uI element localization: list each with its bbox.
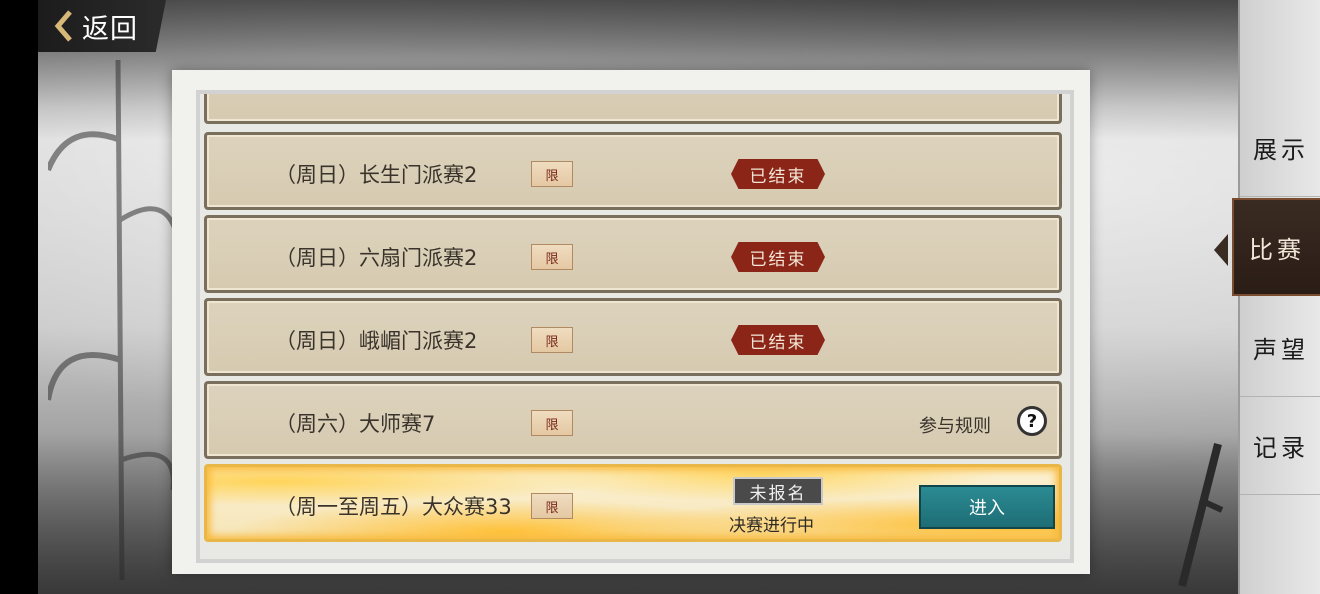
rules-link[interactable]: 参与规则 (919, 412, 991, 438)
list-item-partial[interactable] (204, 94, 1062, 124)
limit-badge[interactable]: 限 (531, 327, 573, 353)
limit-badge[interactable]: 限 (531, 161, 573, 187)
match-title: （周日）六扇门派赛2 (275, 246, 478, 270)
registration-status-badge: 未报名 (733, 477, 823, 505)
match-row-changsheng[interactable]: （周日）长生门派赛2 限 已结束 (204, 132, 1062, 210)
side-tab-bar: 展示 比赛 声望 记录 (1214, 0, 1320, 594)
limit-badge[interactable]: 限 (531, 493, 573, 519)
match-list-scroll[interactable]: （周日）长生门派赛2 限 已结束 （周日）六扇门派赛2 限 已结束 （周日）峨嵋… (196, 90, 1074, 563)
match-title: （周日）长生门派赛2 (275, 163, 478, 187)
match-row-liushan[interactable]: （周日）六扇门派赛2 限 已结束 (204, 215, 1062, 293)
match-row-master[interactable]: （周六）大师赛7 限 参与规则 ? (204, 381, 1062, 459)
ended-status-badge: 已结束 (731, 242, 825, 272)
back-label: 返回 (82, 13, 138, 45)
limit-badge[interactable]: 限 (531, 410, 573, 436)
match-row-public[interactable]: （周一至周五）大众赛33 限 未报名 决赛进行中 进入 (204, 464, 1062, 542)
ended-status-badge: 已结束 (731, 325, 825, 355)
match-title: （周六）大师赛7 (275, 412, 436, 436)
tab-competition[interactable]: 比赛 (1214, 198, 1320, 296)
chevron-left-icon (54, 10, 72, 42)
match-row-emei[interactable]: （周日）峨嵋门派赛2 限 已结束 (204, 298, 1062, 376)
ended-status-badge: 已结束 (731, 159, 825, 189)
sword-decoration (1178, 443, 1224, 587)
enter-button[interactable]: 进入 (919, 485, 1055, 529)
question-circle-icon[interactable]: ? (1017, 406, 1047, 436)
back-button[interactable]: 返回 (38, 0, 166, 52)
tab-records[interactable]: 记录 (1240, 396, 1320, 495)
match-title: （周一至周五）大众赛33 (275, 495, 512, 519)
match-title: （周日）峨嵋门派赛2 (275, 329, 478, 353)
tab-reputation[interactable]: 声望 (1240, 298, 1320, 397)
tab-display[interactable]: 展示 (1240, 98, 1320, 197)
tab-competition-label: 比赛 (1249, 235, 1305, 264)
match-list-panel: （周日）长生门派赛2 限 已结束 （周日）六扇门派赛2 限 已结束 （周日）峨嵋… (172, 70, 1090, 574)
limit-badge[interactable]: 限 (531, 244, 573, 270)
active-tab-arrow-icon (1214, 234, 1228, 266)
match-phase-text: 决赛进行中 (729, 516, 814, 536)
